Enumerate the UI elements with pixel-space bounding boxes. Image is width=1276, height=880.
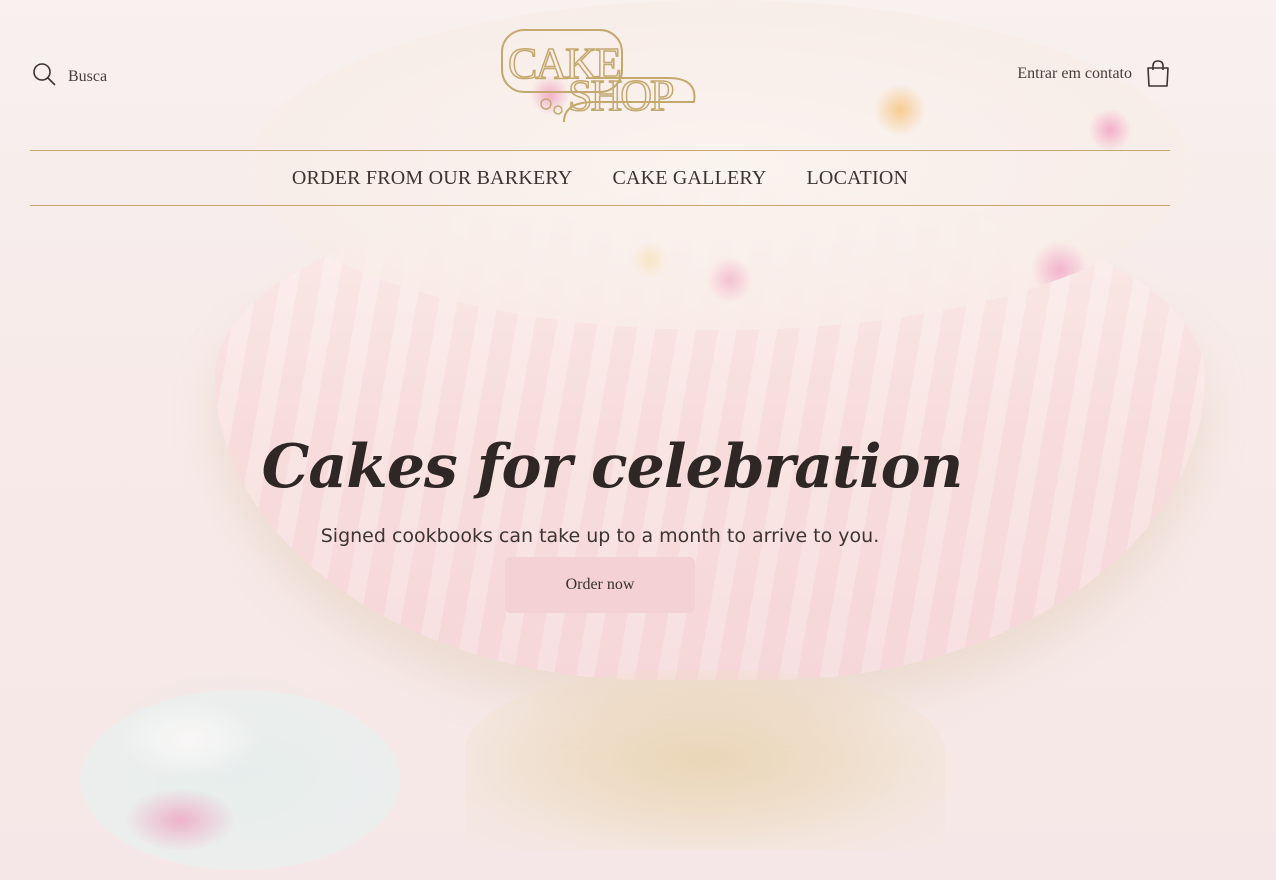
search-icon [32, 62, 56, 91]
search-button[interactable]: Busca [32, 62, 107, 91]
order-now-button[interactable]: Order now [505, 557, 695, 613]
site-header: Busca CAKE SHOP Entrar em contato [30, 0, 1170, 150]
nav-item-location[interactable]: LOCATION [807, 167, 909, 190]
main-nav: ORDER FROM OUR BARKERY CAKE GALLERY LOCA… [30, 150, 1170, 206]
cake-shop-logo[interactable]: CAKE SHOP [498, 18, 703, 128]
search-label: Busca [68, 67, 108, 85]
logo-line2: SHOP [568, 71, 673, 120]
nav-item-cake-gallery[interactable]: CAKE GALLERY [612, 167, 766, 190]
header-actions: Entrar em contato [1017, 60, 1170, 88]
hero-subtitle: Signed cookbooks can take up to a month … [320, 525, 880, 547]
shopping-bag-icon[interactable] [1146, 60, 1170, 88]
nav-item-order[interactable]: ORDER FROM OUR BARKERY [292, 167, 573, 190]
hero-title: Cakes for celebration [261, 432, 964, 503]
contact-link[interactable]: Entrar em contato [1017, 65, 1132, 83]
